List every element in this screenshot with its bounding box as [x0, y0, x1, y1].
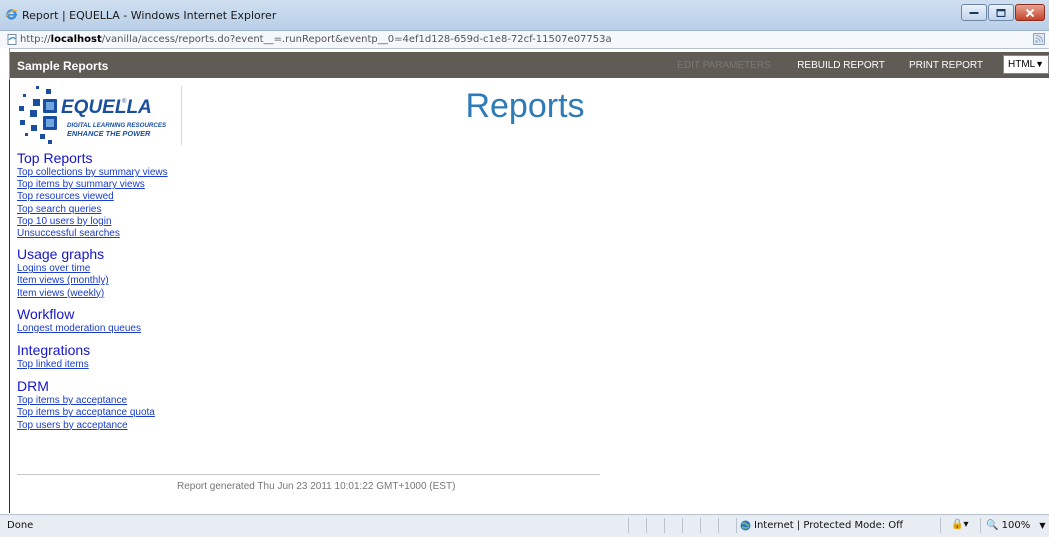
section-title: Usage graphs — [17, 246, 105, 263]
window-titlebar: Report | EQUELLA - Windows Internet Expl… — [0, 0, 1049, 31]
close-icon — [1025, 8, 1035, 17]
status-divider — [736, 518, 737, 533]
svg-text:ENHANCE THE POWER: ENHANCE THE POWER — [67, 129, 151, 138]
window-title: Report | EQUELLA - Windows Internet Expl… — [22, 9, 277, 22]
section-workflow: Workflow Longest moderation queues — [17, 306, 168, 335]
section-integrations: Integrations Top linked items — [17, 342, 168, 371]
zone-text: Internet | Protected Mode: Off — [754, 520, 904, 531]
zoom-icon: 🔍 — [986, 520, 999, 531]
status-divider — [664, 518, 665, 533]
report-link[interactable]: Top linked items — [17, 359, 168, 371]
chevron-down-icon: ▼ — [1039, 521, 1046, 530]
url-text[interactable]: http://localhost/vanilla/access/reports.… — [20, 34, 612, 45]
status-text: Done — [7, 520, 34, 531]
report-toolbar: Sample Reports EDIT PARAMETERS REBUILD R… — [10, 52, 1049, 78]
internet-explorer-icon — [5, 9, 18, 20]
report-link[interactable]: Top search queries — [17, 204, 168, 216]
page-icon — [7, 34, 17, 45]
report-link[interactable]: Top users by acceptance — [17, 420, 168, 432]
report-link[interactable]: Logins over time — [17, 263, 168, 275]
section-title: Top Reports — [17, 150, 93, 166]
security-zone[interactable]: Internet | Protected Mode: Off — [740, 520, 903, 531]
status-divider — [940, 518, 941, 533]
edit-parameters-button[interactable]: EDIT PARAMETERS — [666, 52, 782, 78]
status-divider — [700, 518, 701, 533]
maximize-button[interactable] — [988, 4, 1014, 21]
status-divider — [980, 518, 981, 533]
page-title: Reports — [465, 87, 585, 125]
report-link[interactable]: Top items by acceptance — [17, 395, 168, 407]
report-link[interactable]: Top items by acceptance quota — [17, 407, 168, 419]
minimize-button[interactable] — [961, 4, 987, 21]
section-title: DRM — [17, 378, 49, 395]
minimize-icon — [969, 11, 979, 14]
feed-icon[interactable] — [1033, 33, 1045, 45]
zoom-control[interactable]: 🔍 100% ▼ — [986, 520, 1046, 531]
svg-text:®: ® — [122, 98, 127, 105]
report-link[interactable]: Longest moderation queues — [17, 323, 168, 335]
rebuild-report-button[interactable]: REBUILD REPORT — [787, 52, 895, 78]
chevron-down-icon: ▼ — [1035, 59, 1044, 69]
close-button[interactable] — [1015, 4, 1045, 21]
toolbar-title: Sample Reports — [17, 59, 109, 73]
logo-divider — [181, 86, 182, 145]
address-bar[interactable]: http://localhost/vanilla/access/reports.… — [0, 31, 1049, 49]
page-left-border — [9, 80, 10, 513]
report-link[interactable]: Top collections by summary views — [17, 167, 168, 179]
report-link[interactable]: Top 10 users by login — [17, 216, 168, 228]
section-title: Integrations — [17, 342, 91, 359]
status-divider — [628, 518, 629, 533]
status-divider — [646, 518, 647, 533]
report-link[interactable]: Item views (monthly) — [17, 275, 168, 287]
report-link[interactable]: Top items by summary views — [17, 179, 168, 191]
status-divider — [718, 518, 719, 533]
protected-mode-icon[interactable]: 🔒▾ — [951, 519, 968, 530]
section-top-reports: Top Reports Top collections by summary v… — [17, 150, 168, 240]
section-usage-graphs: Usage graphs Logins over time Item views… — [17, 246, 168, 300]
status-bar: Done Internet | Protected Mode: Off 🔒▾ 🔍… — [0, 514, 1049, 537]
format-select-value: HTML — [1008, 59, 1036, 70]
report-link[interactable]: Unsuccessful searches — [17, 228, 168, 240]
format-select[interactable]: HTML ▼ — [1003, 55, 1049, 74]
report-link[interactable]: Top resources viewed — [17, 191, 168, 203]
report-link[interactable]: Item views (weekly) — [17, 288, 168, 300]
svg-text:EQUELLA: EQUELLA — [61, 97, 152, 118]
section-drm: DRM Top items by acceptance Top items by… — [17, 378, 168, 432]
maximize-icon — [996, 8, 1006, 17]
equella-logo: EQUELLA ® DIGITAL LEARNING RESOURCES ENH… — [19, 86, 167, 144]
status-divider — [682, 518, 683, 533]
zoom-level: 100% — [1001, 520, 1031, 531]
footer-divider — [17, 474, 600, 475]
window-controls — [960, 4, 1045, 22]
report-generated-text: Report generated Thu Jun 23 2011 10:01:2… — [177, 481, 456, 492]
print-report-button[interactable]: PRINT REPORT — [900, 52, 992, 78]
section-title: Workflow — [17, 305, 75, 322]
report-nav: Top Reports Top collections by summary v… — [17, 150, 168, 432]
svg-text:DIGITAL LEARNING RESOURCES: DIGITAL LEARNING RESOURCES — [67, 122, 167, 129]
globe-icon — [740, 520, 751, 531]
